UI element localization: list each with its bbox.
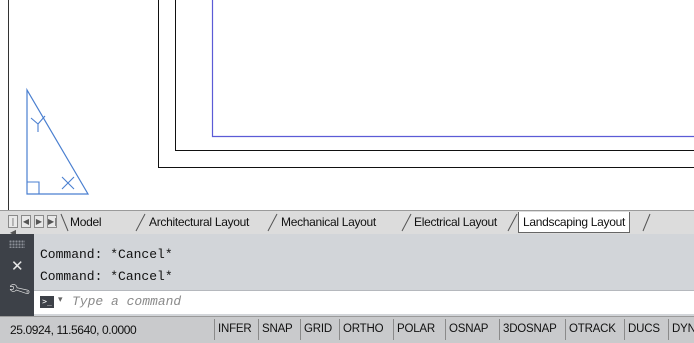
paper-inner-border bbox=[175, 0, 694, 151]
command-line-panel: ✕ 🔧︎ Command: *Cancel* Command: *Cancel*… bbox=[0, 234, 694, 316]
toggle-3dosnap[interactable]: 3DOSNAP bbox=[499, 319, 565, 340]
toggle-infer[interactable]: INFER bbox=[214, 319, 258, 340]
toggle-grid[interactable]: GRID bbox=[300, 319, 339, 340]
toggle-dyn[interactable]: DYN bbox=[668, 319, 694, 340]
toggle-snap[interactable]: SNAP bbox=[258, 319, 300, 340]
command-prompt-icon[interactable]: >_ bbox=[40, 296, 54, 308]
wrench-icon[interactable]: 🔧︎ bbox=[6, 276, 33, 303]
tab-model[interactable]: Model bbox=[70, 213, 101, 231]
tab-electrical-layout[interactable]: Electrical Layout bbox=[414, 213, 497, 231]
command-placeholder[interactable]: Type a command bbox=[72, 294, 181, 309]
tab-mechanical-layout[interactable]: Mechanical Layout bbox=[281, 213, 376, 231]
viewport-border[interactable] bbox=[211, 0, 694, 138]
command-history-line: Command: *Cancel* bbox=[40, 247, 173, 262]
toggle-ducs[interactable]: DUCS bbox=[624, 319, 668, 340]
grip-handle[interactable] bbox=[9, 240, 25, 248]
drawing-svg bbox=[8, 0, 694, 210]
toggle-ortho[interactable]: ORTHO bbox=[339, 319, 393, 340]
tab-architectural-layout[interactable]: Architectural Layout bbox=[149, 213, 249, 231]
layout-tab-bar: |◀ ◀ ▶ ▶| Model Architectural Layout Mec… bbox=[0, 210, 694, 237]
command-history-line: Command: *Cancel* bbox=[40, 269, 173, 284]
status-bar: 25.0924, 11.5640, 0.0000 INFER SNAP GRID… bbox=[0, 316, 694, 343]
tab-landscaping-layout[interactable]: Landscaping Layout bbox=[518, 212, 631, 233]
coordinate-readout[interactable]: 25.0924, 11.5640, 0.0000 bbox=[10, 323, 137, 337]
recent-commands-arrow-icon[interactable]: ▾ bbox=[58, 295, 63, 305]
toggle-osnap[interactable]: OSNAP bbox=[445, 319, 499, 340]
drawing-canvas[interactable] bbox=[0, 0, 694, 210]
toggle-polar[interactable]: POLAR bbox=[393, 319, 445, 340]
toggle-otrack[interactable]: OTRACK bbox=[565, 319, 624, 340]
ucs-triangle-icon bbox=[26, 87, 90, 195]
command-input[interactable]: >_ ▾ Type a command bbox=[34, 290, 694, 314]
close-icon[interactable]: ✕ bbox=[11, 257, 24, 275]
paper-outer-border bbox=[158, 0, 694, 168]
command-grip-bar[interactable]: ✕ 🔧︎ bbox=[0, 234, 34, 316]
